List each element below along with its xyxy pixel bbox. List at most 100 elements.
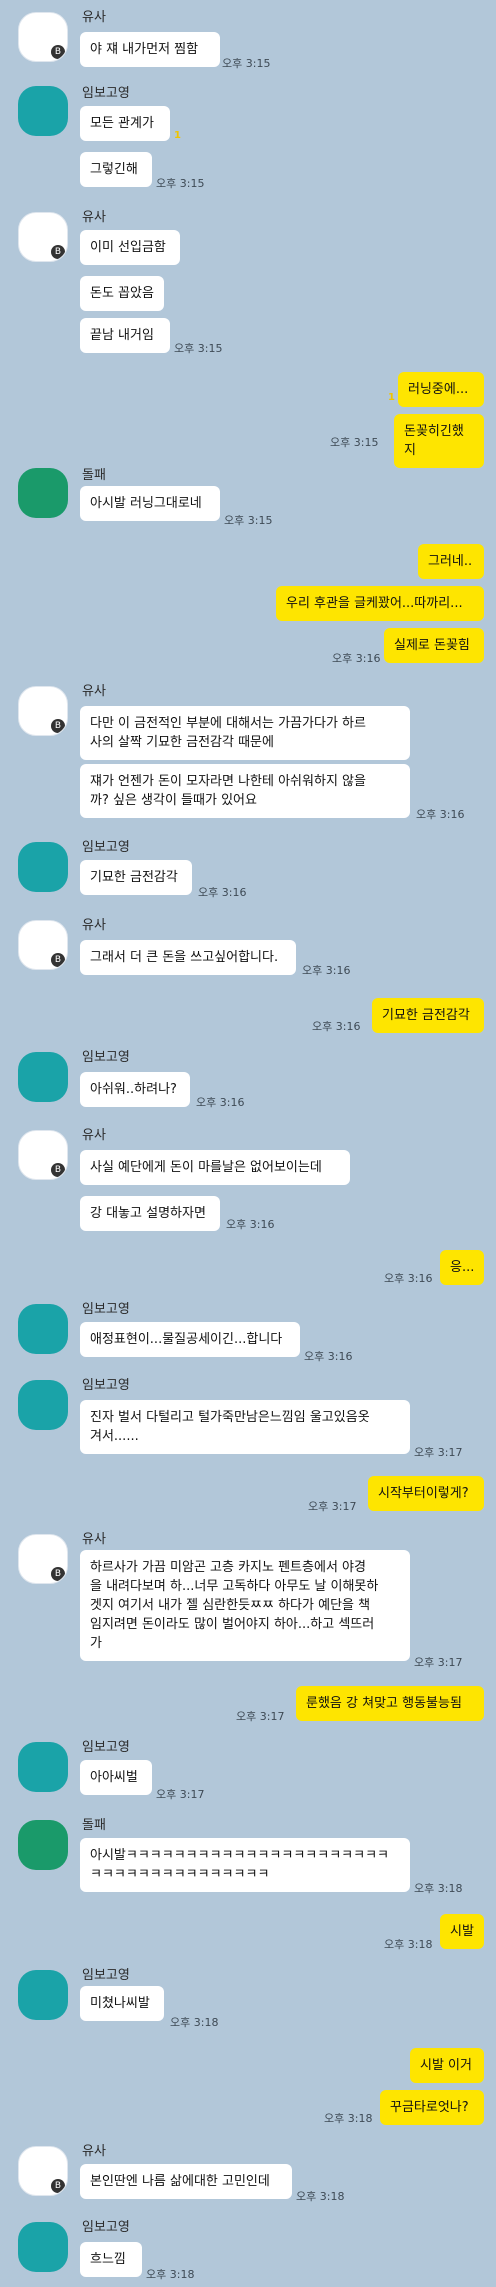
avatar-boyoung[interactable] [18,1304,68,1354]
message-time: 오후 3:17 [414,1446,463,1459]
sender-name: 돌패 [82,468,106,483]
profile-badge-icon: B [51,245,65,259]
avatar-yusa[interactable]: B [18,920,68,970]
avatar-boyoung[interactable] [18,1742,68,1792]
message-bubble[interactable]: 진자 벌서 다털리고 털가죽만남은느낌임 울고있음옷 겨서...... [80,1400,410,1454]
sender-name: 임보고영 [82,1302,130,1317]
profile-badge-icon: B [51,1163,65,1177]
message-bubble[interactable]: 쟤가 언젠가 돈이 모자라면 나한테 아쉬워하지 않을 까? 싶은 생각이 들때… [80,764,410,818]
avatar-boyoung[interactable] [18,86,68,136]
message-bubble[interactable]: 애정표현이...물질공세이긴...합니다 [80,1322,300,1357]
my-message-bubble[interactable]: 실제로 돈꽂힘 [384,628,484,663]
message-bubble[interactable]: 아시발 러닝그대로네 [80,486,220,521]
avatar-yusa[interactable]: B [18,212,68,262]
sender-name: 유사 [82,918,106,933]
sender-name: 유사 [82,684,106,699]
message-time: 오후 3:18 [384,1938,433,1951]
message-time: 오후 3:17 [308,1500,357,1513]
avatar-boyoung[interactable] [18,1052,68,1102]
message-time: 오후 3:18 [414,1882,463,1895]
avatar-boyoung[interactable] [18,1970,68,2020]
profile-badge-icon: B [51,2179,65,2193]
message-bubble[interactable]: 아시발ㅋㅋㅋㅋㅋㅋㅋㅋㅋㅋㅋㅋㅋㅋㅋㅋㅋㅋㅋㅋㅋㅋ ㅋㅋㅋㅋㅋㅋㅋㅋㅋㅋㅋㅋㅋㅋ… [80,1838,410,1892]
message-time: 오후 3:18 [146,2268,195,2281]
my-message-bubble[interactable]: 돈꽂히긴했지 [394,414,484,468]
sender-name: 임보고영 [82,1050,130,1065]
profile-badge-icon: B [51,953,65,967]
message-time: 오후 3:18 [296,2190,345,2203]
message-time: 오후 3:18 [170,2016,219,2029]
my-message-bubble[interactable]: 기묘한 금전감각 [372,998,484,1033]
message-bubble[interactable]: 기묘한 금전감각 [80,860,192,895]
message-bubble[interactable]: 다만 이 금전적인 부분에 대해서는 가끔가다가 하르 사의 살짝 기묘한 금전… [80,706,410,760]
message-bubble[interactable]: 사실 예단에게 돈이 마를날은 없어보이는데 [80,1150,350,1185]
message-bubble[interactable]: 그렇긴해 [80,152,152,187]
sender-name: 임보고영 [82,86,130,101]
message-bubble[interactable]: 강 대놓고 설명하자면 [80,1196,220,1231]
my-message-bubble[interactable]: 시작부터이렇게? [368,1476,484,1511]
profile-badge-icon: B [51,1567,65,1581]
message-bubble[interactable]: 그래서 더 큰 돈을 쓰고싶어합니다. [80,940,296,975]
message-bubble[interactable]: 아아씨벌 [80,1760,152,1795]
sender-name: 유사 [82,1128,106,1143]
message-bubble[interactable]: 본인딴엔 나름 삶에대한 고민인데 [80,2164,292,2199]
message-bubble[interactable]: 하르사가 가끔 미암곤 고층 카지노 펜트층에서 야경 을 내려다보며 하...… [80,1550,410,1661]
avatar-yusa[interactable]: B [18,2146,68,2196]
message-time: 오후 3:16 [198,886,247,899]
avatar-yusa[interactable]: B [18,686,68,736]
avatar-dolpae[interactable] [18,1820,68,1870]
avatar-boyoung[interactable] [18,2222,68,2272]
message-time: 오후 3:16 [302,964,351,977]
my-message-bubble[interactable]: 꾸금타로엇나? [380,2090,484,2125]
message-time: 오후 3:15 [156,177,205,190]
sender-name: 돌패 [82,1818,106,1833]
my-message-bubble[interactable]: 시발 이거 [410,2048,484,2083]
message-time: 오후 3:16 [196,1096,245,1109]
my-message-bubble[interactable]: 우리 후관을 글케꽜어...따까리... [276,586,484,621]
message-time: 오후 3:15 [174,342,223,355]
message-time: 오후 3:16 [304,1350,353,1363]
message-time: 오후 3:16 [416,808,465,821]
sender-name: 임보고영 [82,2220,130,2235]
sender-name: 유사 [82,2144,106,2159]
message-time: 오후 3:16 [384,1272,433,1285]
avatar-dolpae[interactable] [18,468,68,518]
message-bubble[interactable]: 돈도 꼽았음 [80,276,164,311]
sender-name: 유사 [82,210,106,225]
message-time: 오후 3:16 [226,1218,275,1231]
unread-count: 1 [174,130,181,141]
my-message-bubble[interactable]: 룬했음 강 쳐맞고 행동불능됨 [296,1686,484,1721]
sender-name: 임보고영 [82,1740,130,1755]
message-time: 오후 3:16 [312,1020,361,1033]
message-bubble[interactable]: 모든 관계가 [80,106,170,141]
profile-badge-icon: B [51,45,65,59]
message-bubble[interactable]: 아쉬워..하려나? [80,1072,190,1107]
avatar-yusa[interactable]: B [18,1130,68,1180]
message-bubble[interactable]: 흐느낌 [80,2242,142,2277]
message-time: 오후 3:16 [332,652,381,665]
message-time: 오후 3:17 [156,1788,205,1801]
my-message-bubble[interactable]: 러닝중에... [398,372,484,407]
message-bubble[interactable]: 미쳤나씨발 [80,1986,164,2021]
message-time: 오후 3:17 [236,1710,285,1723]
message-time: 오후 3:18 [324,2112,373,2125]
sender-name: 유사 [82,10,106,25]
sender-name: 임보고영 [82,1378,130,1393]
my-message-bubble[interactable]: 그러네.. [418,544,484,579]
profile-badge-icon: B [51,719,65,733]
message-time: 오후 3:17 [414,1656,463,1669]
message-bubble[interactable]: 이미 선입금함 [80,230,180,265]
message-bubble[interactable]: 끝남 내거임 [80,318,170,353]
sender-name: 임보고영 [82,840,130,855]
avatar-yusa[interactable]: B [18,1534,68,1584]
unread-count: 1 [388,392,395,403]
avatar-boyoung[interactable] [18,842,68,892]
message-bubble[interactable]: 야 쟤 내가먼저 찜함 [80,32,220,67]
message-time: 오후 3:15 [330,436,379,449]
message-time: 오후 3:15 [224,514,273,527]
message-time: 오후 3:15 [222,57,271,70]
my-message-bubble[interactable]: 응... [440,1250,484,1285]
avatar-boyoung[interactable] [18,1380,68,1430]
my-message-bubble[interactable]: 시발 [440,1914,484,1949]
avatar-yusa[interactable]: B [18,12,68,62]
